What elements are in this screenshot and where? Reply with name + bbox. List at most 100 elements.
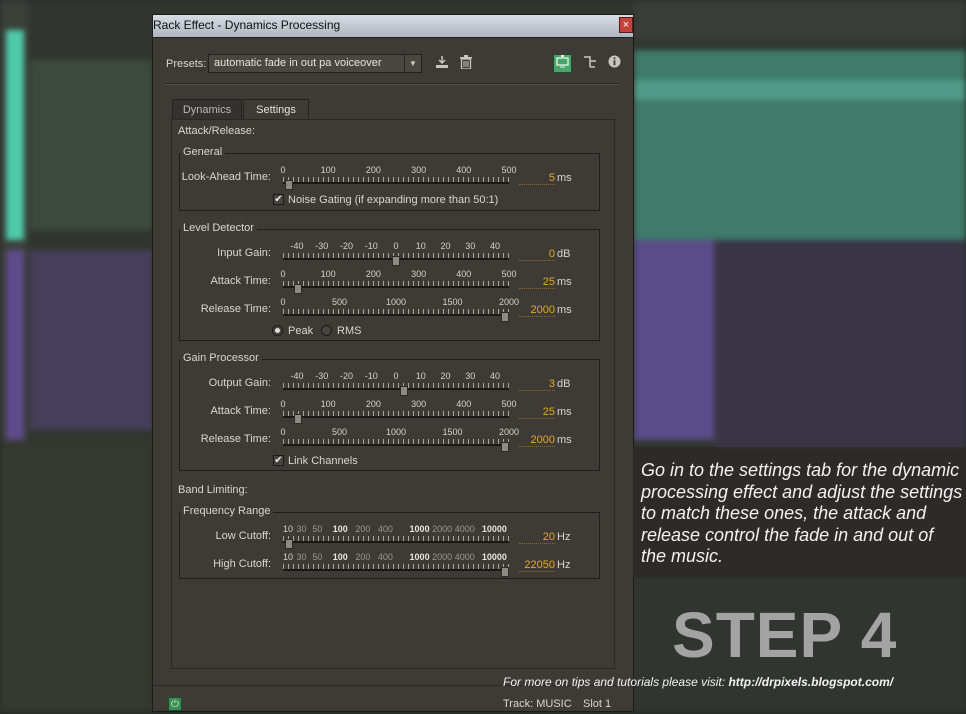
input-gain-value[interactable]: 0 <box>519 248 555 261</box>
tick-label: 100 <box>332 524 348 534</box>
tick-label: -10 <box>364 371 378 381</box>
slider-thumb[interactable] <box>285 180 294 190</box>
tick-label: 2000 <box>432 552 453 562</box>
input-gain-label: Input Gain: <box>217 247 271 259</box>
tick-label: 30 <box>465 371 476 381</box>
output-gain-label: Output Gain: <box>208 377 271 389</box>
footer-text: For more on tips and tutorials please vi… <box>503 675 729 689</box>
routing-icon[interactable] <box>581 55 599 73</box>
tick-label: 2000 <box>498 427 520 437</box>
info-icon[interactable] <box>605 55 623 73</box>
slider-track[interactable] <box>283 569 509 571</box>
low-cutoff-value[interactable]: 20 <box>519 531 555 544</box>
gp-release-unit: ms <box>557 434 572 446</box>
gp-attack-label: Attack Time: <box>210 405 271 417</box>
slider-track[interactable] <box>283 416 509 418</box>
gp-release-value[interactable]: 2000 <box>519 434 555 447</box>
checkmark-icon: ✔ <box>274 194 283 205</box>
tick-label: 500 <box>331 427 348 437</box>
tutorial-caption-box: Go in to the settings tab for the dynami… <box>633 447 966 578</box>
tick-label: 0 <box>280 427 286 437</box>
tick-label: 100 <box>320 399 336 409</box>
high-cutoff-value[interactable]: 22050 <box>519 559 555 572</box>
slider-track[interactable] <box>283 182 509 184</box>
low-cutoff-unit: Hz <box>557 531 571 543</box>
slider-track[interactable] <box>283 286 509 288</box>
tutorial-caption: Go in to the settings tab for the dynami… <box>641 460 963 566</box>
ld-release-slider[interactable]: 0 500 1000 1500 2000 <box>280 297 519 337</box>
slider-thumb[interactable] <box>400 386 409 396</box>
general-group-title: General <box>180 146 226 158</box>
high-cutoff-unit: Hz <box>557 559 571 571</box>
tick-label: 0 <box>280 165 286 175</box>
tick-label: 100 <box>332 552 348 562</box>
rms-radio[interactable] <box>321 325 332 336</box>
checkmark-icon: ✔ <box>274 455 283 466</box>
close-button[interactable]: × <box>619 17 633 33</box>
tick-label: 4000 <box>454 552 475 562</box>
presets-value: automatic fade in out pa voiceover <box>214 57 382 69</box>
tick-label: 300 <box>411 269 427 279</box>
tick-label: 500 <box>501 269 517 279</box>
output-gain-value[interactable]: 3 <box>519 378 555 391</box>
ld-attack-value[interactable]: 25 <box>519 276 555 289</box>
tick-label: 10000 <box>481 552 507 562</box>
slider-thumb[interactable] <box>392 256 400 266</box>
chevron-down-icon[interactable]: ▼ <box>404 55 421 72</box>
slider-thumb[interactable] <box>501 442 509 452</box>
slider-thumb[interactable] <box>293 414 302 424</box>
band-limiting-heading: Band Limiting: <box>178 484 248 496</box>
link-channels-checkbox[interactable]: ✔ <box>273 455 284 466</box>
tick-label: 20 <box>440 371 451 381</box>
gp-attack-value[interactable]: 25 <box>519 406 555 419</box>
slider-track[interactable] <box>283 314 509 316</box>
tick-label: 2000 <box>432 524 453 534</box>
presets-dropdown[interactable]: automatic fade in out pa voiceover ▼ <box>208 54 422 73</box>
slider-track[interactable] <box>283 541 509 543</box>
tick-label: -30 <box>315 241 329 251</box>
title-bar[interactable]: Rack Effect - Dynamics Processing × <box>153 15 633 38</box>
slider-thumb[interactable] <box>501 312 509 322</box>
lookahead-value[interactable]: 5 <box>519 172 555 185</box>
slider-thumb[interactable] <box>293 284 302 294</box>
tick-label: 50 <box>312 524 323 534</box>
power-icon[interactable]: ⏻ <box>168 697 182 711</box>
tick-label: 0 <box>393 241 399 251</box>
output-gain-unit: dB <box>557 378 571 390</box>
ld-attack-label: Attack Time: <box>210 275 271 287</box>
noise-gating-checkbox[interactable]: ✔ <box>273 194 284 205</box>
ld-release-value[interactable]: 2000 <box>519 304 555 317</box>
gain-processor-title: Gain Processor <box>180 352 262 364</box>
tick-label: 400 <box>377 524 393 534</box>
divider <box>164 83 620 85</box>
lookahead-label: Look-Ahead Time: <box>181 171 271 183</box>
footer-link[interactable]: http://drpixels.blogspot.com/ <box>728 675 893 689</box>
monitor-icon[interactable] <box>553 54 572 73</box>
status-bar: ⏻ Track: MUSIC Slot 1 <box>153 685 633 714</box>
tab-settings[interactable]: Settings <box>243 99 309 119</box>
tick-label: 30 <box>296 524 307 534</box>
tick-label: 200 <box>365 165 381 175</box>
ld-release-label: Release Time: <box>200 303 271 315</box>
slider-track[interactable] <box>283 388 509 390</box>
tick-label: 500 <box>331 297 348 307</box>
slider-thumb[interactable] <box>501 567 509 577</box>
low-cutoff-label: Low Cutoff: <box>215 530 271 542</box>
dynamics-processing-dialog: Rack Effect - Dynamics Processing × Pres… <box>152 14 634 712</box>
slider-thumb[interactable] <box>285 539 294 549</box>
lookahead-unit: ms <box>557 172 572 184</box>
tick-label: 20 <box>440 241 451 251</box>
slot-label: Slot 1 <box>583 698 612 710</box>
save-preset-icon[interactable] <box>433 55 451 73</box>
footer-note: For more on tips and tutorials please vi… <box>503 675 893 689</box>
tick-label: 0 <box>280 297 286 307</box>
tick-label: 10000 <box>481 524 507 534</box>
peak-radio[interactable] <box>272 325 283 336</box>
tab-dynamics[interactable]: Dynamics <box>172 99 242 119</box>
tick-label: 400 <box>456 165 472 175</box>
trash-icon[interactable] <box>457 55 475 73</box>
tick-label: 100 <box>320 269 336 279</box>
high-cutoff-slider[interactable]: 10 30 50 100 200 400 1000 2000 4000 10000 <box>283 552 509 592</box>
slider-track[interactable] <box>283 444 509 446</box>
tick-label: 500 <box>501 399 517 409</box>
